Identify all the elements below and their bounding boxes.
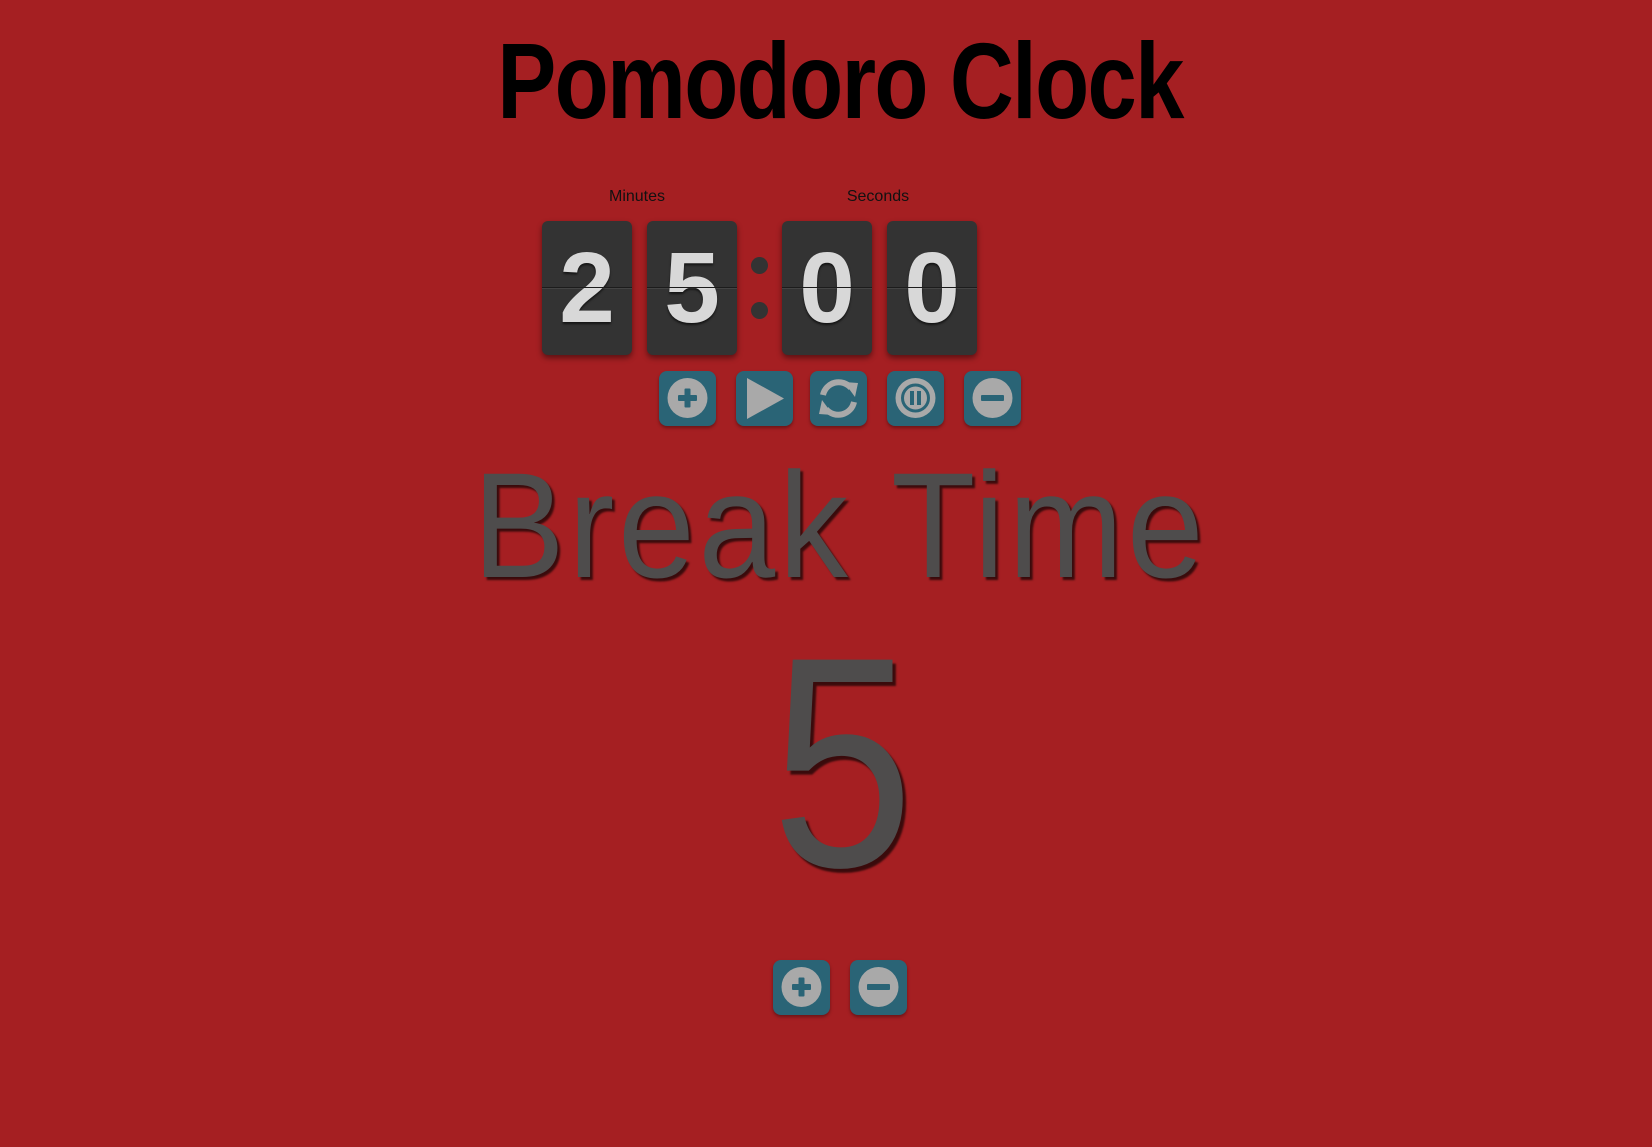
- increase-session-button[interactable]: [659, 371, 716, 426]
- pause-button[interactable]: [887, 371, 944, 426]
- minutes-label: Minutes: [608, 188, 666, 205]
- digit-value: 0: [904, 232, 960, 344]
- minutes-ones-digit: 5: [647, 221, 737, 355]
- reset-button[interactable]: [810, 371, 867, 426]
- break-time-heading: Break Time: [472, 441, 1208, 609]
- refresh-icon: [819, 379, 858, 418]
- digit-value: 0: [799, 232, 855, 344]
- seconds-label: Seconds: [846, 188, 910, 205]
- minus-circle-icon: [972, 378, 1013, 418]
- seconds-tens-digit: 0: [782, 221, 872, 355]
- play-icon: [747, 378, 784, 419]
- digit-value: 5: [664, 232, 720, 344]
- colon-dot-top: [751, 257, 768, 274]
- plus-circle-icon: [667, 378, 708, 418]
- start-button[interactable]: [736, 371, 793, 426]
- minus-circle-icon: [858, 967, 899, 1007]
- seconds-ones-digit: 0: [887, 221, 977, 355]
- minutes-tens-digit: 2: [542, 221, 632, 355]
- pause-circle-icon: [895, 378, 936, 418]
- decrease-break-button[interactable]: [850, 960, 907, 1015]
- plus-circle-icon: [781, 967, 822, 1007]
- colon-dot-bottom: [751, 302, 768, 319]
- digit-value: 2: [559, 232, 615, 344]
- break-length-value: 5: [771, 594, 914, 930]
- page-title: Pomodoro Clock: [497, 20, 1184, 141]
- decrease-session-button[interactable]: [964, 371, 1021, 426]
- increase-break-button[interactable]: [773, 960, 830, 1015]
